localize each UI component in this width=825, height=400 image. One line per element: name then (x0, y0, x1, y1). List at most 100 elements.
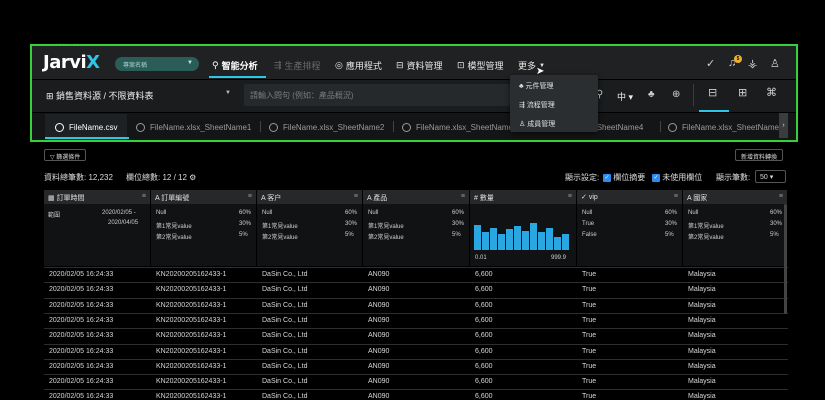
table-cell: 6,600 (475, 286, 493, 294)
histogram-bar[interactable] (514, 226, 521, 250)
summary-stat-pct: 30% (452, 221, 465, 227)
check-icon: ✓ (581, 194, 589, 201)
summary-stat-name: 第2常見value (156, 235, 192, 241)
histogram-bar[interactable] (530, 223, 537, 250)
column-header[interactable]: ✓ vip ≡ (577, 190, 683, 204)
column-header[interactable]: A 產品 ≡ (363, 190, 470, 204)
histogram-bar[interactable] (554, 236, 561, 250)
summary-stat-name: Null (262, 210, 273, 216)
summary-stat-name: 第1常見value (156, 224, 192, 230)
histogram-bar[interactable] (522, 230, 529, 250)
table-cell: KN20200205162433-1 (156, 316, 227, 324)
summary-stat-pct: 30% (239, 221, 252, 227)
checkbox-checked-icon: ✓ (652, 173, 660, 182)
table-cell: AN090 (368, 393, 390, 400)
table-cell: 2020/02/05 16:24:33 (49, 301, 114, 309)
table-cell: Malaysia (688, 301, 716, 309)
table-cell: DaSin Co., Ltd (262, 286, 308, 294)
sort-icon[interactable]: ≡ (142, 193, 146, 200)
table-cell: 6,600 (475, 378, 493, 386)
calendar-icon: ▦ (48, 195, 57, 202)
column-header[interactable]: # 數量 ≡ (470, 190, 577, 204)
summary-stat-pct: 60% (452, 210, 465, 216)
histogram-bar[interactable] (546, 227, 553, 250)
table-cell: KN20200205162433-1 (156, 362, 227, 370)
vertical-scrollbar[interactable] (784, 204, 787, 314)
histogram-bar[interactable] (562, 233, 569, 250)
column-header-label: vip (588, 194, 598, 201)
summary-stat-name: Null (582, 210, 593, 216)
table-cell: KN20200205162433-1 (156, 286, 227, 294)
unused-columns-checkbox[interactable]: ✓ 未使用欄位 (652, 172, 702, 183)
column-header[interactable]: A 國家 ≡ (683, 190, 788, 204)
summary-stat-name: 第2常見value (688, 235, 724, 241)
table-cell: 6,600 (475, 362, 493, 370)
table-cell: Malaysia (688, 393, 716, 400)
histogram-bar[interactable] (474, 224, 481, 250)
summary-stat-pct: 60% (345, 210, 358, 216)
sort-icon[interactable]: ≡ (674, 193, 678, 200)
table-cell: AN090 (368, 347, 390, 355)
summary-stat-pct: 5% (239, 232, 248, 238)
table-cell: DaSin Co., Ltd (262, 393, 308, 400)
column-header-label: 訂單編號 (161, 195, 190, 202)
filter-button[interactable]: ▽ 篩選條件 (44, 149, 87, 161)
row-divider (44, 389, 788, 391)
summary-range-label: 範圍 (48, 213, 61, 219)
row-divider (44, 328, 788, 330)
table-cell: 2020/02/05 16:24:33 (49, 271, 114, 278)
histogram-bar[interactable] (490, 227, 497, 250)
table-cell: DaSin Co., Ltd (262, 271, 308, 278)
table-cell: 6,600 (475, 332, 493, 340)
column-header[interactable]: ▦ 訂單時間 ≡ (44, 190, 151, 204)
column-header[interactable]: A 客户 ≡ (257, 190, 363, 204)
table-cell: True (582, 378, 597, 386)
table-cell: True (582, 393, 597, 400)
sort-icon[interactable]: ≡ (248, 193, 252, 200)
table-cell: DaSin Co., Ltd (262, 332, 308, 340)
table-cell: 2020/02/05 16:24:33 (49, 347, 114, 355)
histogram-min-label: 0.01 (475, 255, 487, 261)
table-cell: True (582, 332, 597, 340)
column-header[interactable]: A 訂單編號 ≡ (151, 190, 257, 204)
histogram-bar[interactable] (482, 232, 489, 250)
table-cell: DaSin Co., Ltd (262, 301, 308, 309)
summary-stat-pct: 30% (665, 221, 678, 227)
histogram-bar[interactable] (538, 232, 545, 250)
table-cell: 2020/02/05 16:24:33 (49, 316, 114, 324)
histogram-bar[interactable] (506, 229, 513, 250)
column-header-label: 國家 (693, 195, 708, 202)
histogram-bar[interactable] (498, 233, 505, 250)
summary-stat-pct: 30% (770, 221, 783, 227)
add-transform-button[interactable]: 新增資料轉換 (735, 149, 784, 161)
row-divider (44, 297, 788, 299)
sort-icon[interactable]: ≡ (354, 193, 358, 200)
summary-stat-name: 第1常見value (262, 224, 298, 230)
display-settings-label: 顯示設定: (565, 173, 600, 182)
sort-icon[interactable]: ≡ (461, 193, 465, 200)
table-cell: Malaysia (688, 286, 716, 294)
per-page-select[interactable]: 50 ▾ (755, 170, 786, 183)
column-summary-checkbox[interactable]: ✓ 欄位摘要 (603, 172, 645, 183)
total-rows-label: 資料總筆數: 12,232 (44, 173, 113, 182)
table-cell: Malaysia (688, 362, 716, 370)
table-cell: 2020/02/05 16:24:33 (49, 286, 114, 294)
sort-icon[interactable]: ≡ (779, 193, 783, 200)
sort-icon[interactable]: ≡ (568, 193, 572, 200)
summary-stat-name: 第2常見value (368, 235, 404, 241)
table-cell: KN20200205162433-1 (156, 393, 227, 400)
table-cell: Malaysia (688, 347, 716, 355)
column-header-label: 數量 (479, 195, 494, 202)
table-cell: 2020/02/05 16:24:33 (49, 378, 114, 386)
table-cell: Malaysia (688, 271, 716, 278)
table-cell: AN090 (368, 362, 390, 370)
gear-icon[interactable]: ⚙ (189, 173, 196, 182)
summary-stat-name: Null (156, 210, 167, 216)
table-cell: 2020/02/05 16:24:33 (49, 393, 114, 400)
quantity-histogram (474, 220, 570, 250)
table-cell: True (582, 362, 597, 370)
table-cell: KN20200205162433-1 (156, 301, 227, 309)
summary-range-start: 2020/02/05 - (102, 210, 136, 216)
table-cell: Malaysia (688, 378, 716, 386)
row-divider (44, 374, 788, 376)
